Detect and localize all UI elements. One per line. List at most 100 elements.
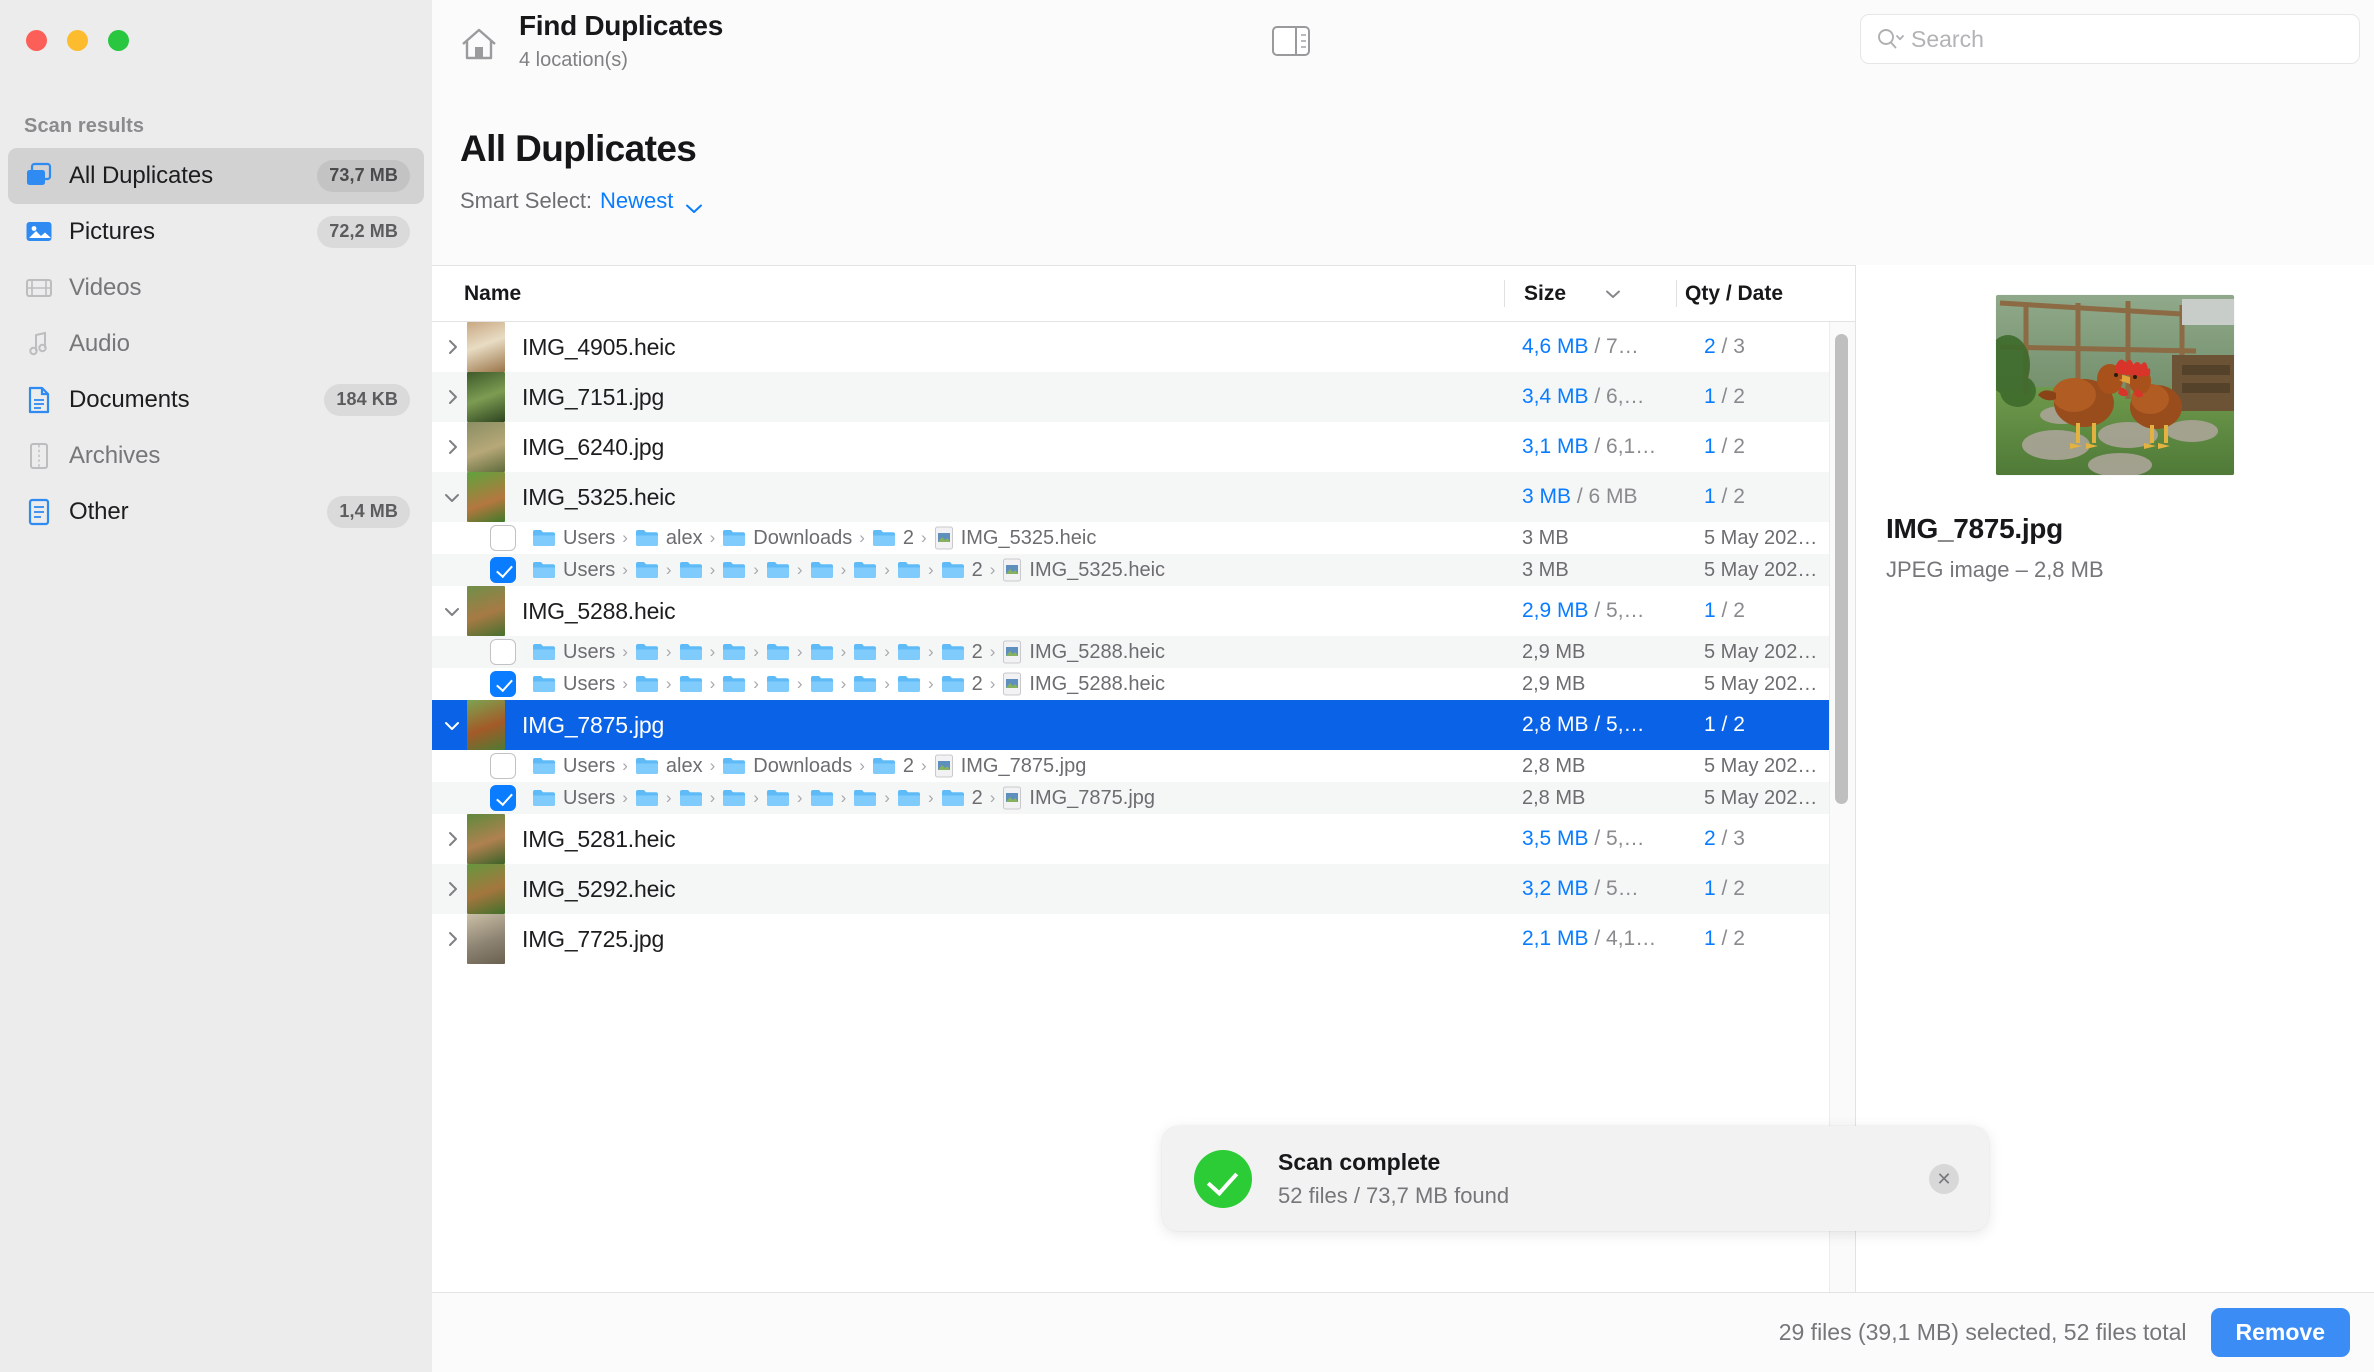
path-folder-crumb[interactable]: Users [532, 673, 615, 696]
path-folder-crumb[interactable] [853, 642, 877, 662]
path-folder-crumb[interactable] [766, 788, 790, 808]
chevron-right-icon[interactable] [438, 337, 466, 357]
search-field[interactable] [1860, 14, 2360, 64]
sidebar-item-pictures[interactable]: Pictures 72,2 MB [8, 204, 424, 260]
path-folder-crumb[interactable] [722, 560, 746, 580]
path-folder-crumb[interactable]: 2 [941, 559, 983, 582]
table-child-row[interactable]: Users › alex › Downloads › 2 › IMG_7875.jpg 2,8 M… [432, 750, 1855, 782]
chevron-right-icon[interactable] [438, 387, 466, 407]
sidebar-item-audio[interactable]: Audio [8, 316, 424, 372]
sidebar-item-other[interactable]: Other 1,4 MB [8, 484, 424, 540]
vertical-scrollbar[interactable] [1835, 334, 1848, 804]
remove-button[interactable]: Remove [2210, 1308, 2350, 1357]
chevron-down-icon[interactable] [684, 195, 704, 213]
path-folder-crumb[interactable] [635, 788, 659, 808]
chevron-right-icon[interactable] [438, 879, 466, 899]
path-separator-icon: › [665, 788, 672, 807]
smart-select-value[interactable]: Newest [600, 188, 673, 214]
path-folder-crumb[interactable]: Users [532, 527, 615, 550]
table-row[interactable]: IMG_4905.heic 4,6 MB / 7… 2 / 3 [432, 322, 1855, 372]
path-folder-crumb[interactable] [766, 674, 790, 694]
path-folder-crumb[interactable]: Users [532, 787, 615, 810]
table-child-row[interactable]: Users › › › › › › › › 2 › IMG_7875.jpg 2,8 MB 5 May 2… [432, 782, 1855, 814]
row-checkbox[interactable] [490, 525, 516, 551]
column-header-size[interactable]: Size [1524, 282, 1566, 306]
path-folder-crumb[interactable]: alex [635, 755, 703, 778]
path-folder-crumb[interactable]: Users [532, 559, 615, 582]
path-folder-crumb[interactable] [679, 788, 703, 808]
path-folder-crumb[interactable]: alex [635, 527, 703, 550]
path-separator-icon: › [927, 788, 934, 807]
path-folder-crumb[interactable] [810, 788, 834, 808]
sidebar-item-all-duplicates[interactable]: All Duplicates 73,7 MB [8, 148, 424, 204]
row-checkbox[interactable] [490, 639, 516, 665]
path-folder-crumb[interactable]: 2 [941, 787, 983, 810]
path-folder-crumb[interactable] [897, 674, 921, 694]
sidebar-item-archives[interactable]: Archives [8, 428, 424, 484]
zoom-window-button[interactable] [108, 30, 129, 51]
path-folder-crumb[interactable]: 2 [941, 673, 983, 696]
table-row[interactable]: IMG_7151.jpg 3,4 MB / 6,… 1 / 2 [432, 372, 1855, 422]
path-folder-crumb[interactable] [635, 560, 659, 580]
path-folder-crumb[interactable] [810, 560, 834, 580]
path-folder-crumb[interactable] [810, 674, 834, 694]
table-row[interactable]: IMG_7875.jpg 2,8 MB / 5,… 1 / 2 [432, 700, 1855, 750]
path-folder-crumb[interactable] [853, 674, 877, 694]
path-folder-crumb[interactable] [722, 674, 746, 694]
minimize-window-button[interactable] [67, 30, 88, 51]
path-folder-crumb[interactable] [635, 674, 659, 694]
table-row[interactable]: IMG_5292.heic 3,2 MB / 5… 1 / 2 [432, 864, 1855, 914]
path-folder-crumb[interactable]: 2 [872, 755, 914, 778]
close-icon[interactable]: ✕ [1929, 1163, 1959, 1194]
path-folder-crumb[interactable] [810, 642, 834, 662]
path-folder-crumb[interactable]: Users [532, 641, 615, 664]
path-folder-crumb[interactable] [679, 674, 703, 694]
path-folder-crumb[interactable] [679, 560, 703, 580]
table-row[interactable]: IMG_6240.jpg 3,1 MB / 6,1… 1 / 2 [432, 422, 1855, 472]
path-folder-crumb[interactable] [897, 642, 921, 662]
home-icon[interactable] [457, 22, 501, 66]
path-folder-crumb[interactable]: 2 [941, 641, 983, 664]
chevron-right-icon[interactable] [438, 829, 466, 849]
table-row[interactable]: IMG_5288.heic 2,9 MB / 5,… 1 / 2 [432, 586, 1855, 636]
row-checkbox[interactable] [490, 785, 516, 811]
chevron-down-icon[interactable] [438, 490, 466, 504]
row-checkbox[interactable] [490, 557, 516, 583]
path-folder-crumb[interactable] [679, 642, 703, 662]
path-folder-crumb[interactable] [897, 788, 921, 808]
path-folder-crumb[interactable]: Users [532, 755, 615, 778]
table-row[interactable]: IMG_5325.heic 3 MB / 6 MB 1 / 2 [432, 472, 1855, 522]
close-window-button[interactable] [26, 30, 47, 51]
table-child-row[interactable]: Users › › › › › › › › 2 › IMG_5288.heic 2,9 MB 5 May … [432, 668, 1855, 700]
path-folder-crumb[interactable] [766, 642, 790, 662]
path-folder-crumb[interactable] [766, 560, 790, 580]
table-row[interactable]: IMG_7725.jpg 2,1 MB / 4,1… 1 / 2 [432, 914, 1855, 964]
chevron-right-icon[interactable] [438, 929, 466, 949]
column-header-name[interactable]: Name [464, 282, 521, 306]
path-folder-crumb[interactable] [853, 560, 877, 580]
path-folder-crumb[interactable]: Downloads [722, 527, 852, 550]
path-folder-crumb[interactable]: Downloads [722, 755, 852, 778]
path-folder-crumb[interactable] [635, 642, 659, 662]
sort-chevron-down-icon[interactable] [1602, 287, 1624, 301]
sidebar-panel-toggle-icon[interactable] [1272, 26, 1310, 56]
column-header-qty-date[interactable]: Qty / Date [1685, 282, 1783, 306]
row-checkbox[interactable] [490, 671, 516, 697]
table-child-row[interactable]: Users › alex › Downloads › 2 › IMG_5325.heic 3 MB… [432, 522, 1855, 554]
path-folder-crumb[interactable] [722, 788, 746, 808]
table-child-row[interactable]: Users › › › › › › › › 2 › IMG_5288.heic 2,9 MB 5 May … [432, 636, 1855, 668]
chevron-down-icon[interactable] [438, 718, 466, 732]
table-row[interactable]: IMG_5281.heic 3,5 MB / 5,… 2 / 3 [432, 814, 1855, 864]
row-checkbox[interactable] [490, 753, 516, 779]
sidebar-item-documents[interactable]: Documents 184 KB [8, 372, 424, 428]
path-folder-crumb[interactable] [897, 560, 921, 580]
chevron-down-icon[interactable] [438, 604, 466, 618]
path-folder-crumb[interactable]: 2 [872, 527, 914, 550]
path-folder-crumb[interactable] [722, 642, 746, 662]
search-input[interactable] [1911, 25, 2345, 53]
smart-select-control[interactable]: Smart Select: Newest [460, 188, 704, 214]
sidebar-item-videos[interactable]: Videos [8, 260, 424, 316]
table-child-row[interactable]: Users › › › › › › › › 2 › IMG_5325.heic 3 MB 5 May 20… [432, 554, 1855, 586]
chevron-right-icon[interactable] [438, 437, 466, 457]
path-folder-crumb[interactable] [853, 788, 877, 808]
